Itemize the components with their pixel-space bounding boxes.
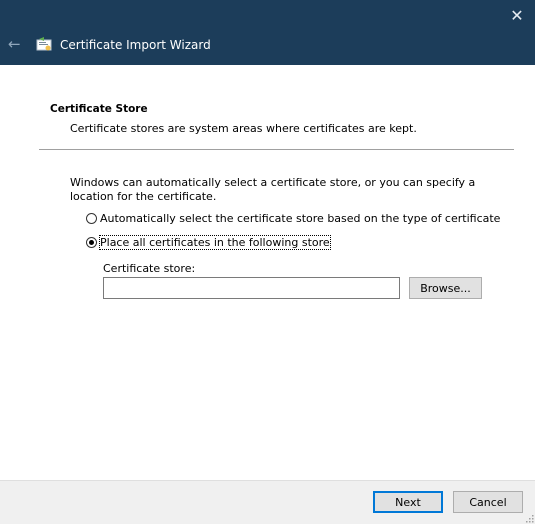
wizard-footer: Next Cancel: [0, 480, 535, 524]
cancel-button[interactable]: Cancel: [453, 491, 523, 513]
browse-button[interactable]: Browse...: [409, 277, 482, 299]
close-icon[interactable]: ✕: [507, 6, 527, 26]
wizard-content: Certificate Store Certificate stores are…: [0, 65, 535, 480]
divider: [39, 149, 514, 150]
certificate-store-field[interactable]: [103, 277, 400, 299]
auto-select-label: Automatically select the certificate sto…: [100, 212, 501, 225]
section-title: Certificate Store: [50, 103, 148, 115]
next-button[interactable]: Next: [373, 491, 443, 513]
place-in-store-option[interactable]: Place all certificates in the following …: [86, 235, 331, 250]
auto-select-option[interactable]: Automatically select the certificate sto…: [86, 212, 500, 225]
radio-place-in-store[interactable]: [86, 237, 97, 248]
radio-auto-select[interactable]: [86, 213, 97, 224]
title-bar: ✕ ← Certificate Import Wizard: [0, 0, 535, 65]
section-description: Certificate stores are system areas wher…: [70, 122, 417, 135]
wizard-title: Certificate Import Wizard: [60, 38, 211, 52]
certificate-store-label: Certificate store:: [103, 262, 196, 275]
certificate-icon: [36, 37, 52, 51]
place-in-store-label: Place all certificates in the following …: [99, 235, 331, 250]
intro-text: Windows can automatically select a certi…: [70, 176, 476, 203]
back-arrow-icon[interactable]: ←: [8, 36, 24, 52]
resize-grip-icon[interactable]: [524, 513, 534, 523]
